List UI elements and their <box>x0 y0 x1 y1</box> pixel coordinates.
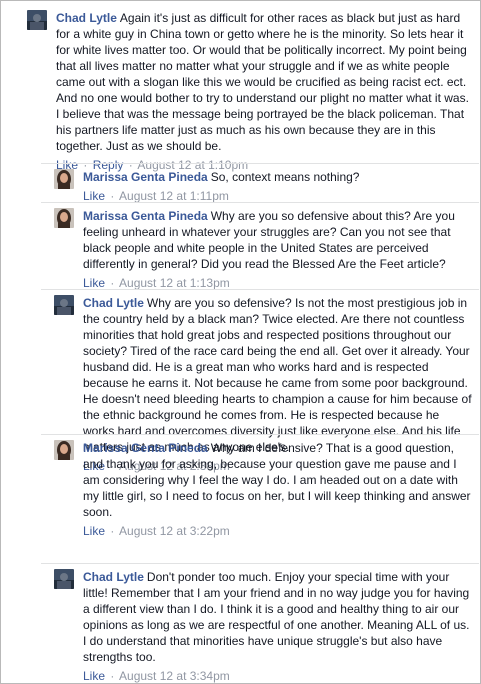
comment-text: So, context means nothing? <box>210 170 360 184</box>
comment-thread: Chad Lytle Again it's just as difficult f… <box>0 0 481 684</box>
avatar[interactable] <box>54 169 74 189</box>
like-link[interactable]: Like <box>83 276 105 290</box>
comment-author[interactable]: Marissa Genta Pineda <box>83 209 208 223</box>
reply-divider <box>41 202 479 203</box>
comment-actions: Like · August 12 at 3:34pm <box>83 668 473 683</box>
avatar[interactable] <box>54 440 74 460</box>
comment-text: Don't ponder too much. Enjoy your specia… <box>83 570 470 664</box>
like-link[interactable]: Like <box>83 669 105 683</box>
avatar[interactable] <box>27 10 47 30</box>
like-link[interactable]: Like <box>83 524 105 538</box>
comment-author[interactable]: Chad Lytle <box>83 570 144 584</box>
separator-dot: · <box>110 276 115 290</box>
comment-author[interactable]: Marissa Genta Pineda <box>83 170 208 184</box>
comment-timestamp[interactable]: August 12 at 3:34pm <box>119 669 230 683</box>
comment-timestamp[interactable]: August 12 at 1:13pm <box>119 276 230 290</box>
comment-timestamp[interactable]: August 12 at 3:22pm <box>119 524 230 538</box>
reply-divider <box>41 289 479 290</box>
reply-divider <box>41 563 479 564</box>
comment-text: Again it's just as difficult for other r… <box>56 11 469 153</box>
comment-text: Why are you so defensive? Is not the mos… <box>83 296 472 454</box>
avatar[interactable] <box>54 569 74 589</box>
comment-actions: Like · August 12 at 3:22pm <box>83 523 473 539</box>
separator-dot: · <box>110 524 115 538</box>
reply-divider <box>41 434 479 435</box>
avatar[interactable] <box>54 295 74 315</box>
comment-author[interactable]: Chad Lytle <box>83 296 144 310</box>
like-link[interactable]: Like <box>83 189 105 203</box>
reply-divider <box>41 163 479 164</box>
separator-dot: · <box>110 669 115 683</box>
avatar[interactable] <box>54 208 74 228</box>
comment-timestamp[interactable]: August 12 at 1:11pm <box>119 189 229 203</box>
separator-dot: · <box>110 189 115 203</box>
comment-author[interactable]: Chad Lytle <box>56 11 117 25</box>
comment-author[interactable]: Marissa Genta Pineda <box>83 441 208 455</box>
